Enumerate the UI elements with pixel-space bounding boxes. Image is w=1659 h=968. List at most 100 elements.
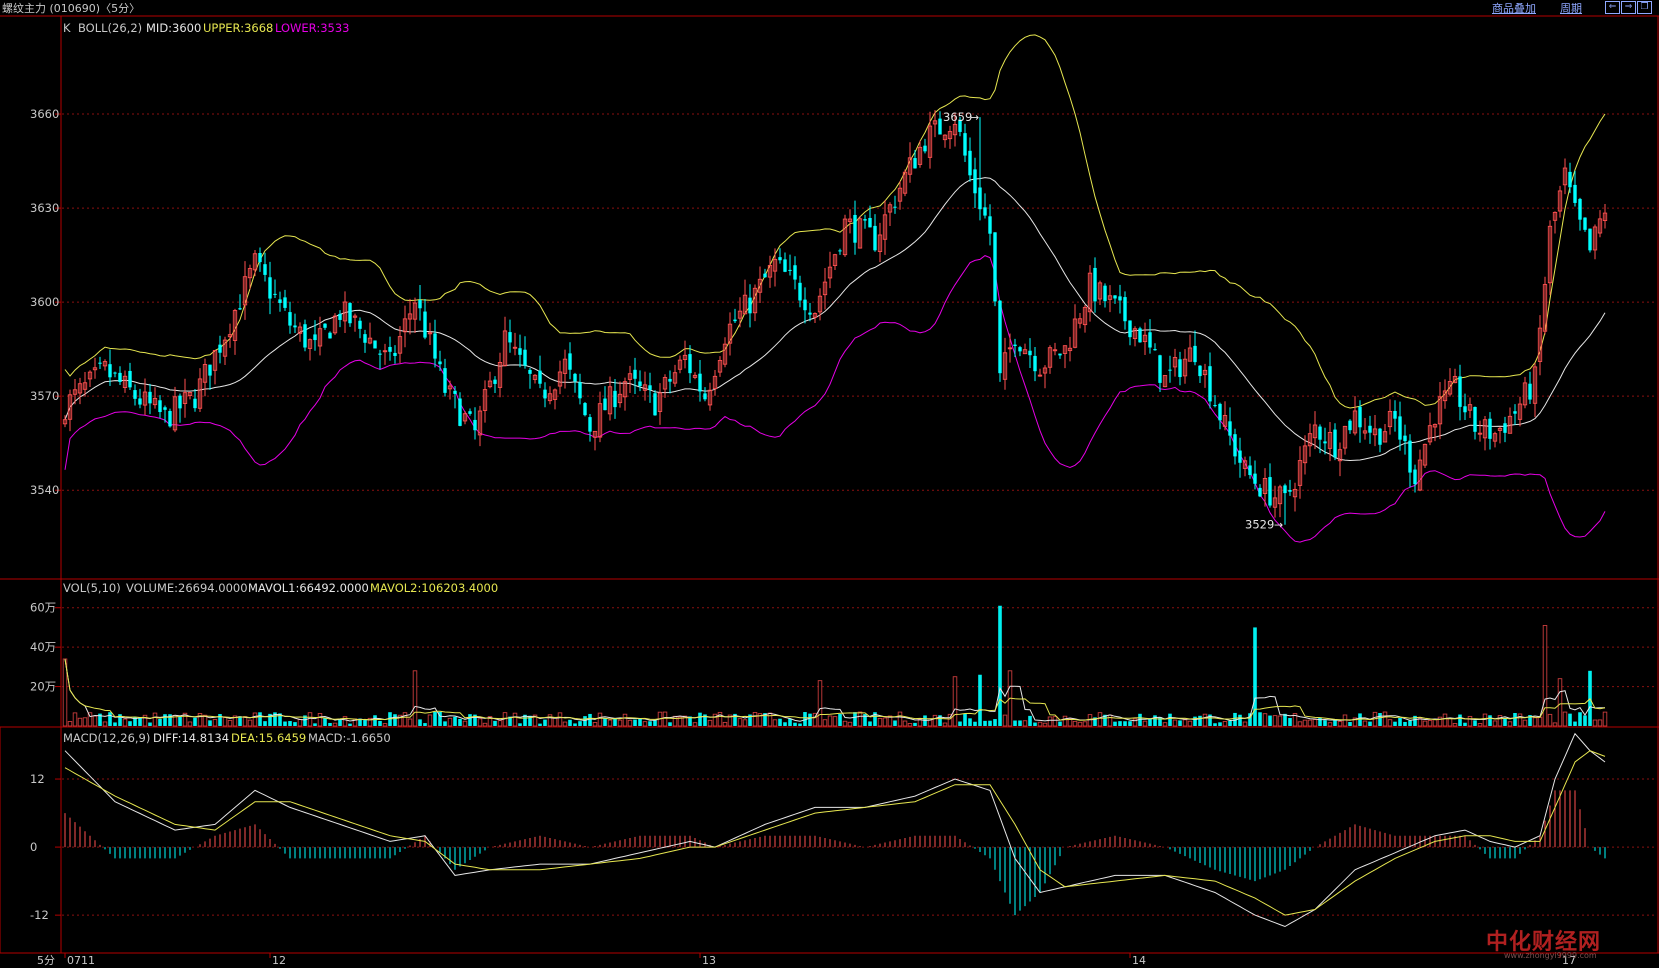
volume-bar [1097,712,1103,727]
candle [328,332,332,339]
volume-bar [963,713,967,726]
volume-bar [1427,720,1433,727]
volume-bar [332,722,338,727]
volume-bar [1168,713,1172,726]
volume-bar [122,718,128,727]
vol-mavol2-value: MAVOL2:106203.4000 [370,581,498,595]
volume-bar [1022,720,1028,727]
boll-upper-value: UPPER:3668 [203,21,273,35]
volume-bar [288,721,292,726]
volume-bar [263,721,267,726]
volume-bar [1382,711,1388,727]
volume-bar [468,714,472,726]
candle [783,259,787,272]
volume-bar [772,719,778,727]
macd-hist-value: MACD:-1.6650 [308,731,391,745]
candle [1118,296,1122,301]
volume-bar [973,721,977,726]
volume-bar [897,711,903,727]
volume-bar [1583,715,1587,726]
candle [208,364,212,376]
volume-bar [1258,712,1262,726]
volume-bar [808,713,812,726]
candle [1128,320,1132,338]
volume-bar [402,712,408,727]
candle [1238,450,1242,463]
volume-bar [698,712,702,726]
volume-bar [642,721,648,727]
volume-bar [1062,715,1068,727]
candle [1408,440,1412,473]
candle [963,133,967,156]
volume-bar [842,720,848,727]
candle [313,334,317,341]
volume-bar [197,713,203,727]
vol-indicator-label: VOL(5,10) [63,581,121,595]
stock-chart[interactable]: 3540 3570 3600 3630 3660 20万 40万 60万 -12 0 12 0711 1… [0,0,1659,968]
candle [293,325,297,328]
candle [1153,349,1157,351]
volume-bar [1532,717,1538,727]
volume-bar [1033,722,1037,726]
candle [1158,355,1162,383]
candle [838,250,842,252]
boll-lower-line [64,255,1606,543]
volume-bar [543,719,547,726]
volume-bar [1018,720,1022,726]
volume-bar [212,718,218,727]
candle [978,187,982,210]
candle [1368,425,1372,433]
volume-bar [102,721,108,727]
volume-bar [67,721,73,727]
candle [1013,344,1017,347]
volume-bar [1128,721,1132,726]
candle [268,277,272,299]
volume-bar [1228,720,1232,726]
candle [733,319,737,322]
volume-bar [1442,713,1448,727]
volume-bar [258,712,262,726]
volume-bar [393,714,397,726]
volume-bar [1107,714,1113,727]
candle [168,410,172,427]
volume-bar [1552,722,1558,727]
volume-bar [1517,713,1523,727]
candle [473,419,477,431]
volume-bar [1302,719,1308,727]
volume-bar [742,719,748,727]
candle [1573,184,1577,203]
volume-axis-label: 60万 [30,601,56,615]
volume-bar [958,721,962,726]
candle [913,158,917,169]
volume-bar [158,719,162,726]
volume-bar [1522,719,1528,727]
volume-bar [1153,715,1157,726]
candle [538,370,542,384]
volume-bar [1268,715,1272,726]
volume-bar [453,716,457,726]
candle [853,214,857,243]
volume-bar [1467,715,1473,727]
price-axis-label: 3600 [30,295,59,309]
candle [1248,465,1252,476]
volume-bar [348,723,352,726]
macd-diff-value: DIFF:14.8134 [153,731,229,745]
volume-bar [907,722,913,727]
volume-bar [1052,716,1058,727]
boll-upper-line [64,34,1606,409]
candle [1348,420,1352,431]
volume-bar [767,712,773,727]
volume-bar [1162,722,1168,727]
volume-bar [447,717,453,727]
candle [178,395,182,409]
candle [348,303,352,324]
volume-bar [1477,723,1483,727]
volume-bar [1602,711,1608,727]
volume-bar [482,722,488,727]
volume-bar [988,720,992,726]
volume-bar [108,712,112,726]
volume-bar [297,719,303,727]
volume-bar [1113,721,1117,726]
volume-bar [778,718,782,726]
candle [588,417,592,432]
